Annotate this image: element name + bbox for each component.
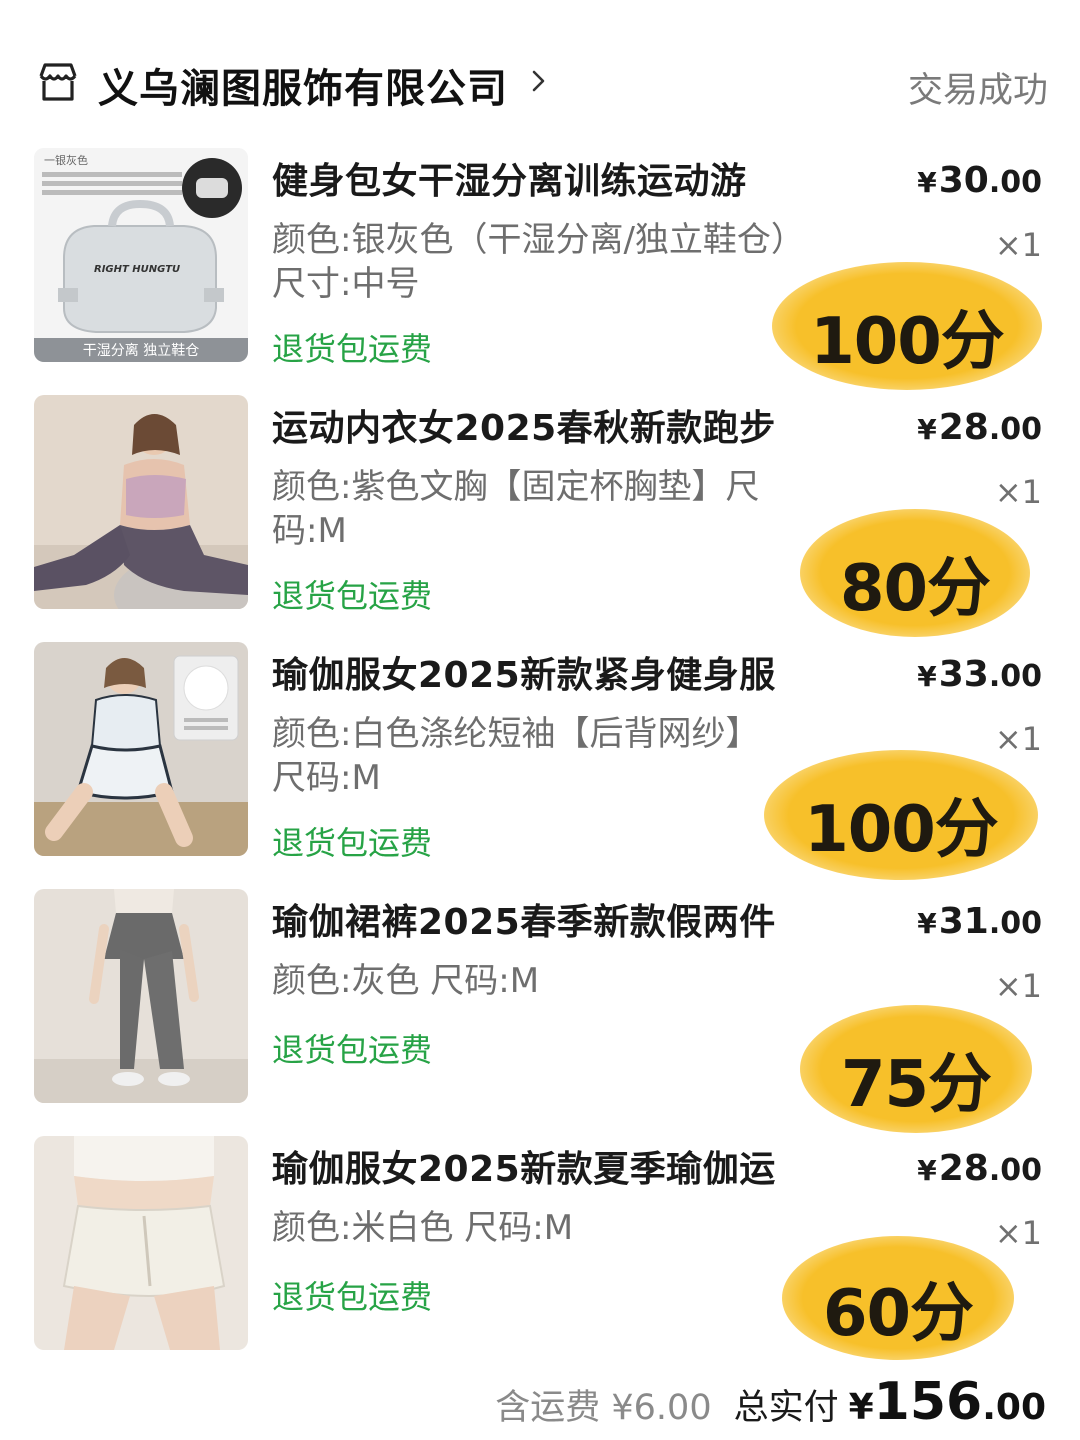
price-decimal: .00 [988,659,1042,694]
store-name[interactable]: 义乌澜图服饰有限公司 [98,56,508,114]
total-decimal: .00 [982,1387,1046,1428]
score-highlight: 80分 [800,509,1030,637]
return-shipping-tag: 退货包运费 [272,1278,433,1316]
return-shipping-tag: 退货包运费 [272,330,433,368]
score-highlight: 100分 [772,262,1042,390]
product-price: ¥31.00 [917,901,1042,942]
order-item[interactable]: 瑜伽裙裤2025春季新款假两件 颜色:灰色 尺码:M 退货包运费 ¥31.00 … [34,889,1046,1133]
price-decimal: .00 [988,165,1042,200]
score-text: 100分 [804,793,999,867]
order-status: 交易成功 [907,71,1048,111]
product-image[interactable] [34,642,248,856]
product-title[interactable]: 瑜伽服女2025新款夏季瑜伽运 [272,1140,776,1192]
score-text: 60分 [822,1277,974,1351]
store-icon [39,63,77,101]
product-quantity: ×1 [994,473,1042,511]
product-title[interactable]: 瑜伽裙裤2025春季新款假两件 [272,893,776,945]
product-quantity: ×1 [994,1214,1042,1252]
total-symbol: ¥ [848,1387,874,1428]
return-shipping-tag: 退货包运费 [272,577,433,615]
product-quantity: ×1 [994,967,1042,1005]
order-item[interactable]: 瑜伽服女2025新款夏季瑜伽运 颜色:米白色 尺码:M 退货包运费 ¥28.00… [34,1136,1046,1360]
product-spec: 颜色:灰色 尺码:M [272,961,540,1001]
product-title[interactable]: 瑜伽服女2025新款紧身健身服 [272,646,776,698]
product-image[interactable] [34,1136,248,1350]
product-quantity: ×1 [994,720,1042,758]
total-label: 总实付 [733,1388,839,1428]
price-integer: 30 [938,160,989,201]
product-spec: 颜色:银灰色（干湿分离/独立鞋仓）尺寸:中号 [272,220,788,304]
chevron-right-icon[interactable] [524,66,554,96]
price-symbol: ¥ [917,660,937,693]
price-integer: 28 [938,1148,989,1189]
product-quantity: ×1 [994,226,1042,264]
product-image[interactable] [34,889,248,1103]
price-decimal: .00 [988,906,1042,941]
total-integer: 156 [873,1372,983,1432]
product-image[interactable]: 一银灰色 RIGHT HUNGTU 干湿分离 独立鞋仓 [34,148,248,362]
price-integer: 33 [938,654,989,695]
product-price: ¥28.00 [917,1148,1042,1189]
store-header[interactable]: 义乌澜图服饰有限公司 交易成功 [36,52,1048,112]
order-item[interactable]: 瑜伽服女2025新款紧身健身服 颜色:白色涤纶短袖【后背网纱】尺码:M 退货包运… [34,642,1046,880]
product-image[interactable] [34,395,248,609]
thumb-logo-text: RIGHT HUNGTU [94,264,180,275]
score-highlight: 75分 [800,1005,1032,1133]
price-symbol: ¥ [917,166,937,199]
score-text: 80分 [839,552,991,626]
order-item[interactable]: 运动内衣女2025春秋新款跑步 颜色:紫色文胸【固定杯胸垫】尺码:M 退货包运费… [34,395,1046,637]
shipping-fee: 含运费 ¥6.00 [495,1388,712,1428]
product-price: ¥33.00 [917,654,1042,695]
score-highlight: 60分 [782,1236,1014,1360]
price-symbol: ¥ [917,1154,937,1187]
product-price: ¥28.00 [917,407,1042,448]
thumb-caption: 干湿分离 独立鞋仓 [83,342,199,359]
product-title[interactable]: 健身包女干湿分离训练运动游 [272,152,747,204]
score-text: 75分 [840,1048,992,1122]
product-spec: 颜色:白色涤纶短袖【后背网纱】尺码:M [272,714,760,798]
price-decimal: .00 [988,1153,1042,1188]
return-shipping-tag: 退货包运费 [272,824,433,862]
score-highlight: 100分 [764,750,1038,880]
price-integer: 28 [938,407,989,448]
product-spec: 颜色:紫色文胸【固定杯胸垫】尺码:M [272,467,760,551]
price-decimal: .00 [988,412,1042,447]
thumb-color-label: 一银灰色 [44,153,88,167]
price-symbol: ¥ [917,413,937,446]
product-spec: 颜色:米白色 尺码:M [272,1208,574,1248]
order-item[interactable]: 一银灰色 RIGHT HUNGTU 干湿分离 独立鞋仓 健身包女干湿分离训练运动… [34,148,1046,390]
product-price: ¥30.00 [917,160,1042,201]
price-symbol: ¥ [917,907,937,940]
order-total-bar: 含运费 ¥6.00 总实付 ¥156.00 [495,1372,1046,1432]
score-text: 100分 [810,305,1005,379]
product-title[interactable]: 运动内衣女2025春秋新款跑步 [272,399,776,451]
price-integer: 31 [938,901,989,942]
return-shipping-tag: 退货包运费 [272,1031,433,1069]
